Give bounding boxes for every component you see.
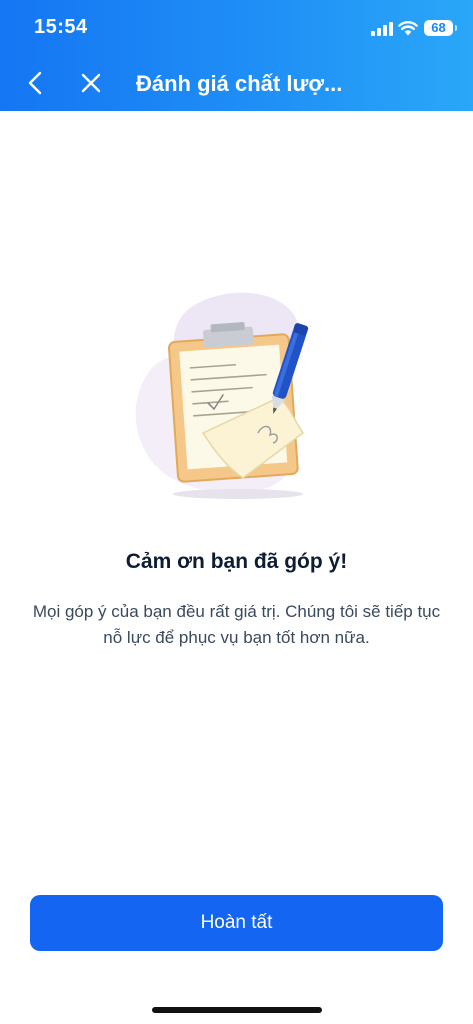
page-title: Đánh giá chất lượ... xyxy=(136,71,343,96)
home-indicator[interactable] xyxy=(152,1007,322,1013)
done-button[interactable]: Hoàn tất xyxy=(30,895,443,951)
nav-bar: Đánh giá chất lượ... xyxy=(0,58,473,111)
wifi-icon xyxy=(398,21,418,36)
clipboard-with-pen-icon xyxy=(135,292,309,499)
thanks-message: Mọi góp ý của bạn đều rất giá trị. Chúng… xyxy=(32,602,441,647)
thanks-heading: Cảm ơn bạn đã góp ý! xyxy=(125,550,348,573)
battery-icon: 68 xyxy=(424,20,453,36)
close-icon[interactable] xyxy=(80,72,102,94)
status-bar: 15:54 68 xyxy=(0,0,473,58)
status-time: 15:54 xyxy=(34,16,88,38)
signal-icon xyxy=(371,22,393,36)
back-icon[interactable] xyxy=(24,70,48,96)
battery-tip xyxy=(455,25,457,31)
app-header: 15:54 68 Đánh giá chất lượ... xyxy=(0,0,473,111)
